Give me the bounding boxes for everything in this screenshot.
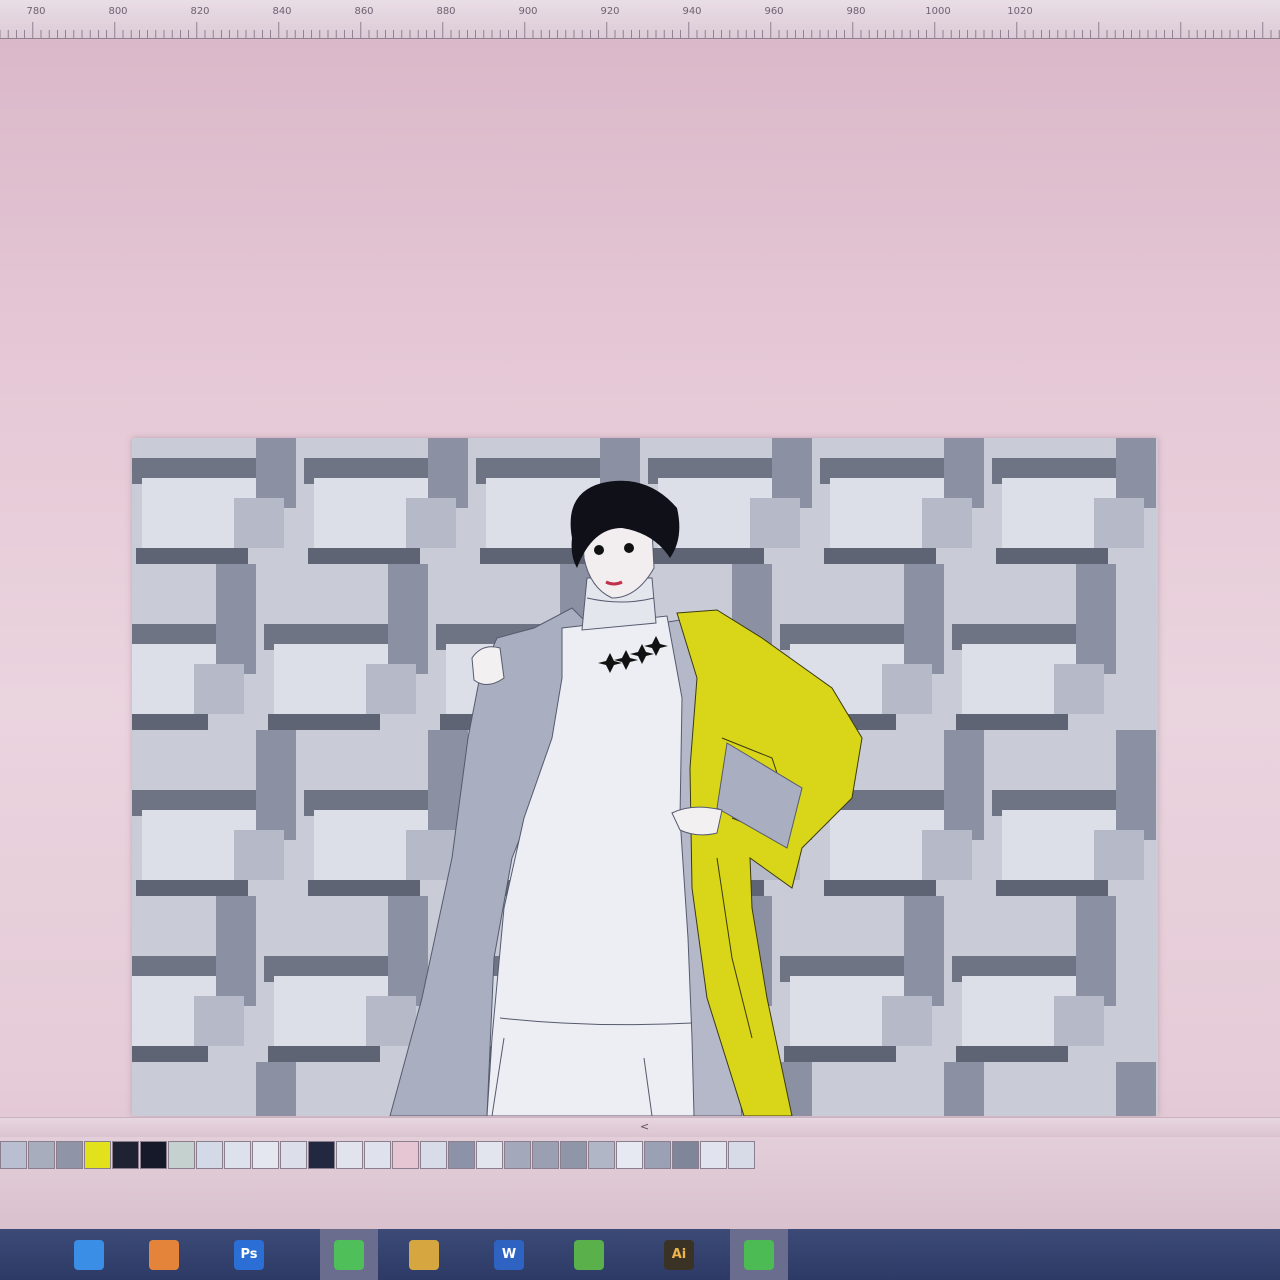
color-swatch[interactable] (392, 1141, 419, 1169)
ruler-label: 860 (354, 6, 374, 17)
taskbar-button-chat-app[interactable] (320, 1229, 378, 1280)
taskbar-button-globe[interactable] (560, 1229, 618, 1280)
color-swatch[interactable] (308, 1141, 335, 1169)
color-swatch[interactable] (644, 1141, 671, 1169)
color-swatch[interactable] (84, 1141, 111, 1169)
color-swatch[interactable] (196, 1141, 223, 1169)
color-swatch[interactable] (728, 1141, 755, 1169)
color-palette-bar (0, 1137, 1280, 1229)
ruler-label: 840 (272, 6, 292, 17)
color-swatch[interactable] (252, 1141, 279, 1169)
color-swatch[interactable] (420, 1141, 447, 1169)
color-swatch[interactable] (280, 1141, 307, 1169)
illustrator-icon: Ai (664, 1239, 694, 1270)
taskbar-button-illustrator[interactable]: Ai (650, 1229, 708, 1280)
color-swatch[interactable] (588, 1141, 615, 1169)
color-swatch[interactable] (364, 1141, 391, 1169)
browser-icon (74, 1239, 104, 1270)
color-swatch[interactable] (616, 1141, 643, 1169)
taskbar-button-wechat[interactable] (730, 1229, 788, 1280)
color-swatch[interactable] (532, 1141, 559, 1169)
wechat-icon (744, 1239, 774, 1270)
ruler-label: 960 (764, 6, 784, 17)
scroll-left-arrow-icon[interactable]: < (640, 1120, 660, 1134)
word-icon: W (494, 1239, 524, 1270)
horizontal-scrollbar[interactable]: < (0, 1117, 1280, 1138)
color-swatch[interactable] (700, 1141, 727, 1169)
color-swatch[interactable] (140, 1141, 167, 1169)
horizontal-ruler[interactable]: 780 800 820 840 860 880 900 920 940 960 980 1000 102… (0, 0, 1280, 39)
taskbar-button-browser[interactable] (60, 1229, 118, 1280)
ruler-label: 1020 (1007, 6, 1033, 17)
folder-icon (409, 1239, 439, 1270)
color-palette (0, 1141, 756, 1169)
taskbar-button-photoshop[interactable]: Ps (220, 1229, 278, 1280)
artboard-illustration[interactable] (132, 438, 1158, 1116)
ruler-label: 980 (846, 6, 866, 17)
taskbar-button-gift[interactable] (135, 1229, 193, 1280)
ruler-label: 940 (682, 6, 702, 17)
ruler-label: 900 (518, 6, 538, 17)
ruler-label: 880 (436, 6, 456, 17)
color-swatch[interactable] (336, 1141, 363, 1169)
ruler-label: 920 (600, 6, 620, 17)
taskbar-button-folder[interactable] (395, 1229, 453, 1280)
color-swatch[interactable] (448, 1141, 475, 1169)
color-swatch[interactable] (224, 1141, 251, 1169)
color-swatch[interactable] (56, 1141, 83, 1169)
color-swatch[interactable] (476, 1141, 503, 1169)
color-swatch[interactable] (0, 1141, 27, 1169)
color-swatch[interactable] (560, 1141, 587, 1169)
color-swatch[interactable] (168, 1141, 195, 1169)
color-swatch[interactable] (504, 1141, 531, 1169)
gift-icon (149, 1239, 179, 1270)
color-swatch[interactable] (112, 1141, 139, 1169)
ruler-label: 780 (26, 6, 46, 17)
chat-app-icon (334, 1239, 364, 1270)
color-swatch[interactable] (672, 1141, 699, 1169)
photoshop-icon: Ps (234, 1239, 264, 1270)
color-swatch[interactable] (28, 1141, 55, 1169)
taskbar-button-word[interactable]: W (480, 1229, 538, 1280)
ruler-label: 1000 (925, 6, 951, 17)
fashion-illustration (132, 438, 1158, 1116)
windows-taskbar: Ps W Ai (0, 1229, 1280, 1280)
globe-icon (574, 1239, 604, 1270)
ruler-label: 800 (108, 6, 128, 17)
ruler-label: 820 (190, 6, 210, 17)
